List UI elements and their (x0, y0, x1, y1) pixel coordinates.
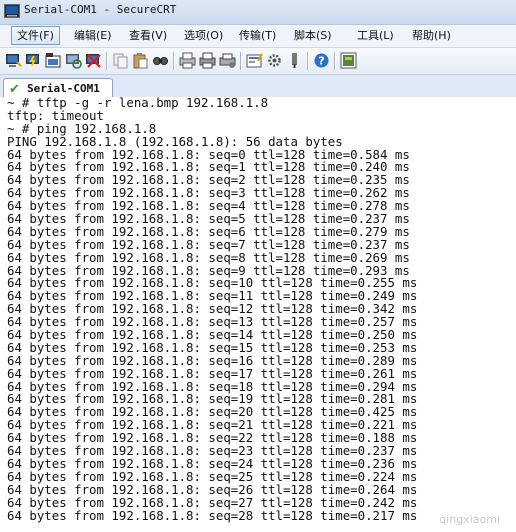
window-title: Serial-COM1 - SecureCRT (24, 3, 177, 16)
paste-icon[interactable] (132, 52, 149, 69)
print-icon[interactable] (199, 52, 216, 69)
terminal-app-icon (4, 4, 20, 18)
menu-transfer[interactable]: 传输(T) (234, 27, 281, 44)
quick-connect-icon[interactable] (25, 52, 42, 69)
terminal-output[interactable]: ~ # tftp -g -r lena.bmp 192.168.1.8 tftp:… (0, 97, 516, 532)
title-bar: Serial-COM1 - SecureCRT (0, 0, 516, 25)
copy-icon[interactable] (112, 52, 129, 69)
toolbar-separator (334, 52, 336, 70)
connected-check-icon: ✔ (9, 81, 20, 96)
print-screen-icon[interactable] (179, 52, 196, 69)
menu-help[interactable]: 帮助(H) (407, 27, 456, 44)
sftp-icon[interactable] (340, 52, 357, 69)
menu-script[interactable]: 脚本(S) (289, 27, 337, 44)
find-icon[interactable] (152, 52, 169, 69)
session-options-icon[interactable] (246, 52, 263, 69)
print-setup-icon[interactable] (219, 52, 236, 69)
menu-tools[interactable]: 工具(L) (352, 27, 399, 44)
menu-file[interactable]: 文件(F) (11, 26, 60, 45)
tab-label: Serial-COM1 (27, 82, 100, 95)
terminal-lines: ~ # tftp -g -r lena.bmp 192.168.1.8 tftp:… (7, 97, 417, 522)
svg-text:?: ? (318, 55, 324, 68)
terminal-line: 64 bytes from 192.168.1.8: seq=28 ttl=12… (7, 507, 418, 523)
toolbar-separator (307, 52, 309, 70)
watermark: qingxiaomi (439, 513, 500, 526)
toolbar-separator (106, 52, 108, 70)
global-options-icon[interactable] (266, 52, 283, 69)
disconnect-icon[interactable] (85, 52, 102, 69)
reconnect-icon[interactable] (65, 52, 82, 69)
menu-bar: 文件(F) 编辑(E) 查看(V) 选项(O) 传输(T) 脚本(S) 工具(L… (0, 25, 516, 48)
help-icon[interactable]: ? (313, 52, 330, 69)
menu-view[interactable]: 查看(V) (124, 27, 172, 44)
connect-tab-icon[interactable] (45, 52, 62, 69)
keymap-icon[interactable] (286, 52, 303, 69)
tab-serial-com1[interactable]: ✔ Serial-COM1 (3, 78, 113, 98)
session-tab-strip: ✔ Serial-COM1 (0, 75, 516, 98)
toolbar-separator (240, 52, 242, 70)
toolbar: ? (0, 48, 516, 75)
toolbar-separator (173, 52, 175, 70)
menu-options[interactable]: 选项(O) (179, 27, 228, 44)
connect-icon[interactable] (5, 52, 22, 69)
menu-edit[interactable]: 编辑(E) (69, 27, 117, 44)
